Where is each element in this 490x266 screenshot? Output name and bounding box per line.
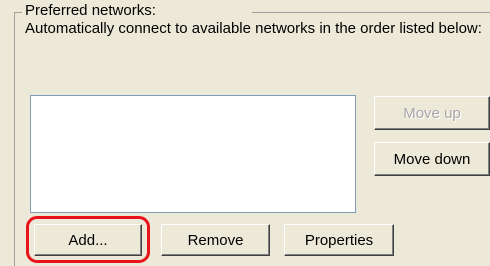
- groupbox-border-left: [14, 12, 15, 266]
- move-up-button[interactable]: Move up: [374, 96, 490, 130]
- groupbox-border-top-left: [14, 12, 22, 13]
- preferred-networks-groupbox: Preferred networks: Automatically connec…: [0, 0, 490, 266]
- groupbox-description: Automatically connect to available netwo…: [25, 20, 482, 37]
- preferred-networks-list[interactable]: [30, 95, 356, 213]
- groupbox-legend: Preferred networks:: [25, 2, 156, 19]
- add-button[interactable]: Add...: [34, 224, 142, 256]
- groupbox-border-top-right: [252, 12, 490, 13]
- remove-button[interactable]: Remove: [161, 224, 270, 256]
- move-down-button[interactable]: Move down: [374, 142, 490, 176]
- properties-button[interactable]: Properties: [284, 224, 394, 256]
